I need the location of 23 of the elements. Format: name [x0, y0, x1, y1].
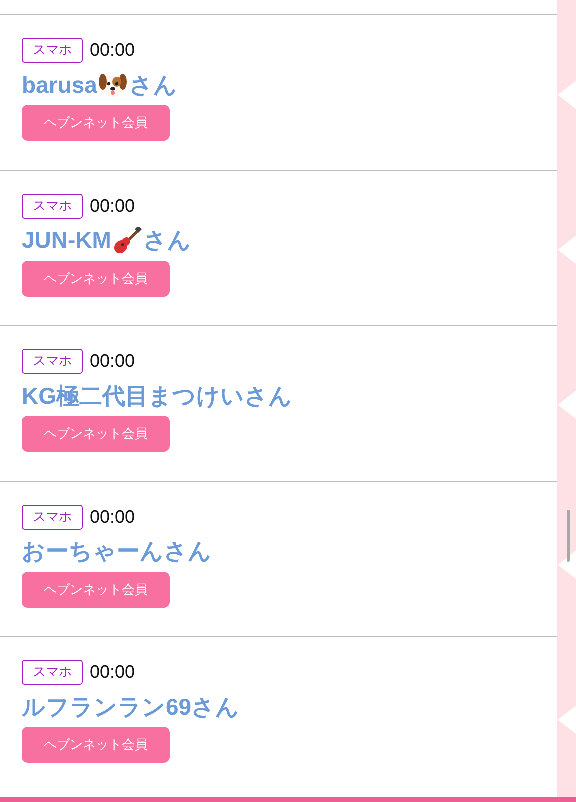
time-text: 00:00 [90, 196, 136, 216]
device-tag: スマホ [22, 38, 83, 63]
member-button[interactable]: ヘブンネット会員 [22, 727, 170, 763]
device-tag: スマホ [22, 504, 83, 530]
time-text: 00:00 [90, 662, 136, 683]
guitar-icon [112, 226, 142, 254]
user-name[interactable]: JUN-KM さん [22, 224, 192, 256]
user-name[interactable]: KG極二代目まつけいさん [22, 380, 292, 412]
member-button[interactable]: ヘブンネット会員 [22, 572, 170, 608]
scrollbar-thumb[interactable] [567, 510, 570, 562]
user-name[interactable]: barusa さん [22, 69, 178, 101]
dog-icon [98, 71, 128, 99]
device-tag: スマホ [22, 660, 83, 685]
time-text: 00:00 [90, 506, 136, 528]
user-name[interactable]: ルフランラン69さん [22, 691, 240, 723]
user-name[interactable]: おーちゃーんさん [22, 536, 212, 568]
member-button[interactable]: ヘブンネット会員 [22, 416, 170, 452]
time-text: 00:00 [90, 351, 136, 372]
device-tag: スマホ [22, 194, 83, 218]
member-button[interactable]: ヘブンネット会員 [22, 260, 170, 296]
member-button[interactable]: ヘブンネット会員 [22, 105, 170, 141]
device-tag: スマホ [22, 349, 83, 374]
time-text: 00:00 [90, 40, 136, 61]
